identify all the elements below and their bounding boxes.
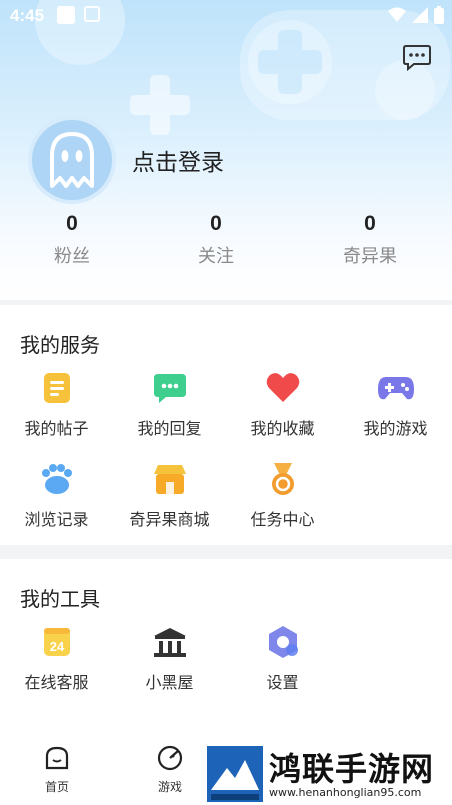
tab-label: 游戏 (157, 780, 182, 794)
chat-bubble-icon (403, 45, 431, 72)
stat-following[interactable]: 0 关注 (161, 212, 271, 268)
bank-icon (151, 623, 189, 661)
heart-icon (264, 369, 302, 407)
login-link[interactable]: 点击登录 (132, 143, 224, 177)
tool-settings[interactable]: 设置 (226, 623, 339, 693)
tools-card: 我的工具 24 在线客服 小黑屋 设置 (0, 559, 452, 738)
stat-value: 0 (364, 212, 376, 235)
post-icon (38, 369, 76, 407)
tool-label: 小黑屋 (145, 673, 194, 692)
home-icon (45, 746, 69, 770)
service-my-games[interactable]: 我的游戏 (339, 369, 452, 439)
service-shop[interactable]: 奇异果商城 (113, 460, 226, 530)
ghost-icon (50, 132, 94, 188)
watermark-logo (207, 746, 263, 802)
gamepad-icon (377, 369, 415, 407)
stat-value: 0 (210, 212, 222, 235)
medal-icon (264, 460, 302, 498)
tool-blackroom[interactable]: 小黑屋 (113, 623, 226, 693)
stat-label: 粉丝 (54, 246, 90, 267)
stat-label: 关注 (198, 246, 234, 267)
settings-icon (264, 623, 302, 661)
tool-online-service[interactable]: 24 在线客服 (0, 623, 113, 693)
tab-games[interactable]: 游戏 (140, 744, 200, 795)
profile-stats: 0 粉丝 0 关注 0 奇异果 (0, 212, 452, 282)
service-label: 我的回复 (137, 419, 202, 438)
avatar[interactable] (28, 116, 116, 204)
service-task-center[interactable]: 任务中心 (226, 460, 339, 530)
service-label: 奇异果商城 (129, 510, 210, 529)
badge-24: 24 (49, 639, 64, 654)
stat-kiwi[interactable]: 0 奇异果 (315, 212, 425, 268)
service-my-favorites[interactable]: 我的收藏 (226, 369, 339, 439)
tool-label: 设置 (266, 673, 299, 692)
plus-decoration (130, 75, 190, 135)
services-card: 我的服务 我的帖子 我的回复 我的收藏 我的游戏 浏览记录 奇异果商城 任务中心 (0, 305, 452, 545)
signal-icon (412, 7, 428, 23)
service-label: 我的收藏 (250, 419, 315, 438)
paw-icon (38, 460, 76, 498)
service-label: 我的游戏 (363, 419, 428, 438)
service-label: 任务中心 (250, 510, 315, 529)
status-time: 4:45 (10, 6, 45, 25)
service-history[interactable]: 浏览记录 (0, 460, 113, 530)
service-my-posts[interactable]: 我的帖子 (0, 369, 113, 439)
tab-home[interactable]: 首页 (27, 744, 87, 795)
battery-icon (434, 6, 444, 24)
tool-label: 在线客服 (24, 673, 89, 692)
watermark-title: 鸿联手游网 (269, 750, 435, 788)
shop-icon (151, 460, 189, 498)
message-button[interactable] (402, 44, 432, 72)
watermark-url: www.henanhonglian95.com (269, 786, 422, 799)
service-label: 浏览记录 (24, 510, 89, 529)
service-my-replies[interactable]: 我的回复 (113, 369, 226, 439)
services-title: 我的服务 (20, 333, 100, 357)
tools-title: 我的工具 (20, 587, 100, 611)
game-tab-icon (157, 745, 183, 771)
watermark: 鸿联手游网 www.henanhonglian95.com (205, 744, 452, 805)
notification-icon (57, 6, 75, 24)
stat-value: 0 (66, 212, 78, 235)
stat-label: 奇异果 (343, 246, 397, 267)
notification-icon (84, 6, 100, 22)
reply-icon (151, 369, 189, 407)
status-bar: 4:45 (0, 0, 452, 32)
wifi-icon (388, 7, 406, 22)
service-24-icon: 24 (38, 623, 76, 661)
tab-label: 首页 (44, 780, 69, 794)
service-label: 我的帖子 (24, 419, 89, 438)
stat-fans[interactable]: 0 粉丝 (17, 212, 127, 268)
